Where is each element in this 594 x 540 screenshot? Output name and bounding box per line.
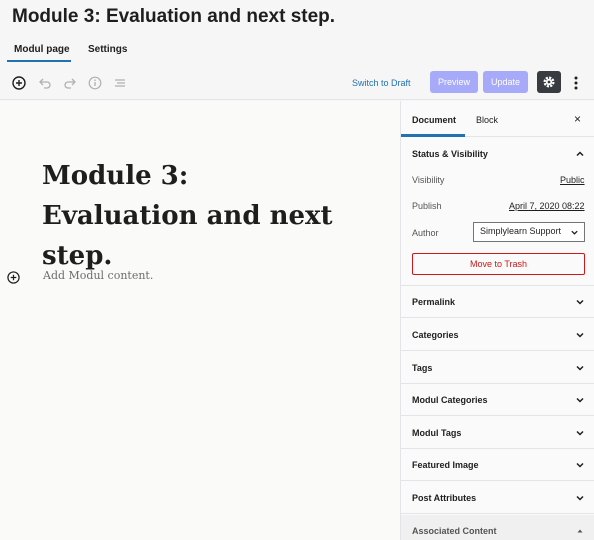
panel-modul-categories[interactable]: Modul Categories xyxy=(401,384,594,416)
panel-featured-image[interactable]: Featured Image xyxy=(401,449,594,481)
tab-modul-page[interactable]: Modul page xyxy=(14,44,70,55)
chevron-down-icon xyxy=(576,462,584,468)
panel-categories[interactable]: Categories xyxy=(401,319,594,351)
sidebar-tab-block[interactable]: Block xyxy=(476,115,498,125)
sidebar-tab-document[interactable]: Document xyxy=(412,115,456,125)
panel-label: Tags xyxy=(412,363,433,373)
post-title[interactable]: Module 3: Evaluation and next step. xyxy=(42,156,352,276)
list-view-icon[interactable] xyxy=(113,76,127,90)
chevron-down-icon xyxy=(576,495,584,501)
page-tabs: Modul page Settings xyxy=(0,40,594,66)
panel-associated-content[interactable]: Associated Content xyxy=(401,515,594,540)
update-button[interactable]: Update xyxy=(483,71,528,93)
caret-up-icon xyxy=(577,529,583,533)
visibility-label: Visibility xyxy=(412,175,445,185)
publish-date[interactable]: April 7, 2020 08:22 xyxy=(509,201,585,211)
preview-button[interactable]: Preview xyxy=(430,71,478,93)
author-select[interactable]: Simplylearn Support xyxy=(473,222,585,242)
redo-icon[interactable] xyxy=(63,76,77,90)
panel-post-attributes[interactable]: Post Attributes xyxy=(401,482,594,514)
panel-label: Status & Visibility xyxy=(412,149,488,159)
panel-label: Modul Categories xyxy=(412,395,488,405)
settings-button[interactable] xyxy=(537,71,561,93)
chevron-down-icon xyxy=(576,397,584,403)
panel-label: Permalink xyxy=(412,297,456,307)
sidebar-tabs: Document Block × xyxy=(401,101,594,137)
active-tab-indicator xyxy=(7,60,71,62)
sidebar-active-tab-indicator xyxy=(401,134,465,137)
chevron-down-icon xyxy=(576,430,584,436)
panel-permalink[interactable]: Permalink xyxy=(401,286,594,318)
publish-label: Publish xyxy=(412,201,442,211)
panel-modul-tags[interactable]: Modul Tags xyxy=(401,417,594,449)
editor-toolbar: Switch to Draft Preview Update xyxy=(0,66,594,100)
settings-sidebar: Document Block × Status & Visibility Vis… xyxy=(400,101,594,540)
inline-add-block-icon[interactable] xyxy=(7,271,20,284)
panel-status-visibility[interactable]: Status & Visibility xyxy=(401,138,594,170)
switch-to-draft-link[interactable]: Switch to Draft xyxy=(352,78,411,88)
page-title: Module 3: Evaluation and next step. xyxy=(12,6,336,27)
chevron-down-icon xyxy=(571,230,578,235)
visibility-value[interactable]: Public xyxy=(560,175,585,185)
chevron-down-icon xyxy=(576,332,584,338)
chevron-up-icon xyxy=(576,151,584,157)
panel-label: Associated Content xyxy=(412,526,497,536)
add-block-icon[interactable] xyxy=(12,76,26,90)
undo-icon[interactable] xyxy=(38,76,52,90)
gear-icon xyxy=(543,76,555,88)
panel-label: Post Attributes xyxy=(412,493,477,503)
close-icon[interactable]: × xyxy=(574,112,581,126)
panel-label: Categories xyxy=(412,330,459,340)
chevron-down-icon xyxy=(576,365,584,371)
chevron-down-icon xyxy=(576,299,584,305)
panel-label: Modul Tags xyxy=(412,428,462,438)
move-to-trash-button[interactable]: Move to Trash xyxy=(412,253,585,275)
info-icon[interactable] xyxy=(88,76,102,90)
author-selected-value: Simplylearn Support xyxy=(480,226,562,236)
panel-label: Featured Image xyxy=(412,460,479,470)
editor-canvas: Module 3: Evaluation and next step. Add … xyxy=(0,101,400,540)
content-placeholder[interactable]: Add Modul content. xyxy=(43,269,153,282)
panel-tags[interactable]: Tags xyxy=(401,352,594,384)
author-label: Author xyxy=(412,228,439,238)
more-options-icon[interactable] xyxy=(570,74,582,92)
tab-settings[interactable]: Settings xyxy=(88,44,127,55)
